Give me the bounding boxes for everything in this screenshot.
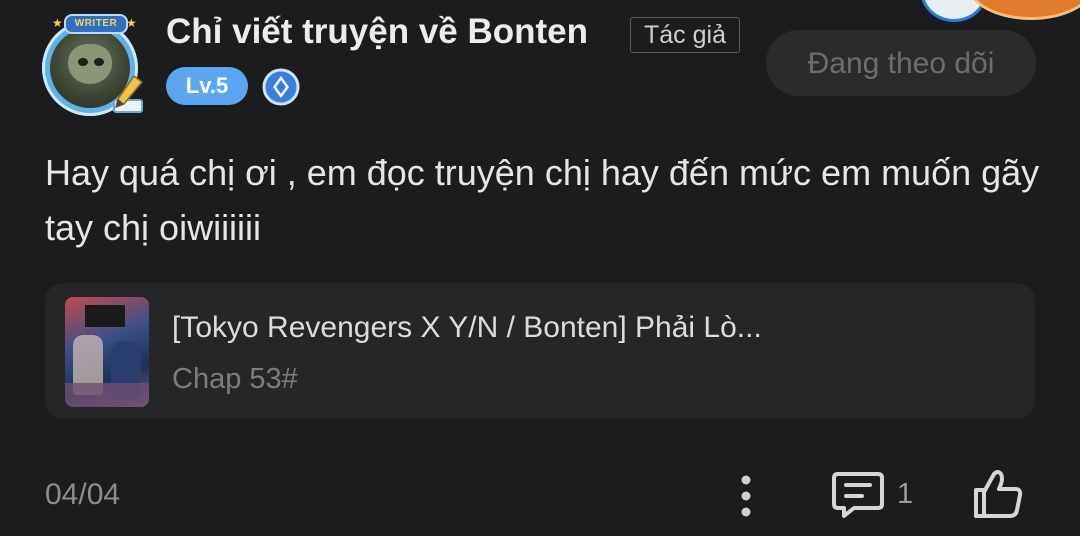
comment-icon[interactable] [830, 466, 886, 522]
story-title: [Tokyo Revengers X Y/N / Bonten] Phải Lò… [172, 311, 762, 344]
avatar[interactable]: ★ ★ WRITER [36, 12, 150, 118]
follow-button[interactable]: Đang theo dõi [766, 30, 1036, 96]
story-chapter: Chap 53# [172, 363, 298, 395]
comment-text: Hay quá chị ơi , em đọc truyện chị hay đ… [45, 152, 1040, 248]
author-tag: Tác giả [630, 17, 740, 53]
comment-item: ★ ★ WRITER Chỉ viết truyện về Bonten Tác… [0, 0, 1080, 536]
username[interactable]: Chỉ viết truyện về Bonten [166, 12, 588, 52]
partial-avatar-orange [968, 0, 1080, 20]
pen-icon [113, 74, 144, 113]
thumbs-up-icon[interactable] [970, 466, 1026, 522]
reply-count: 1 [897, 478, 914, 510]
more-vertical-icon[interactable] [728, 472, 764, 520]
top-right-partial-avatars [920, 0, 1080, 22]
writer-frame-banner: WRITER [64, 14, 128, 34]
level-badge: Lv.5 [166, 67, 248, 105]
comment-date: 04/04 [45, 478, 121, 511]
star-icon: ★ [52, 16, 63, 30]
story-cover-image [65, 297, 149, 407]
story-card[interactable]: [Tokyo Revengers X Y/N / Bonten] Phải Lò… [45, 283, 1035, 419]
diamond-badge-icon [262, 68, 300, 106]
